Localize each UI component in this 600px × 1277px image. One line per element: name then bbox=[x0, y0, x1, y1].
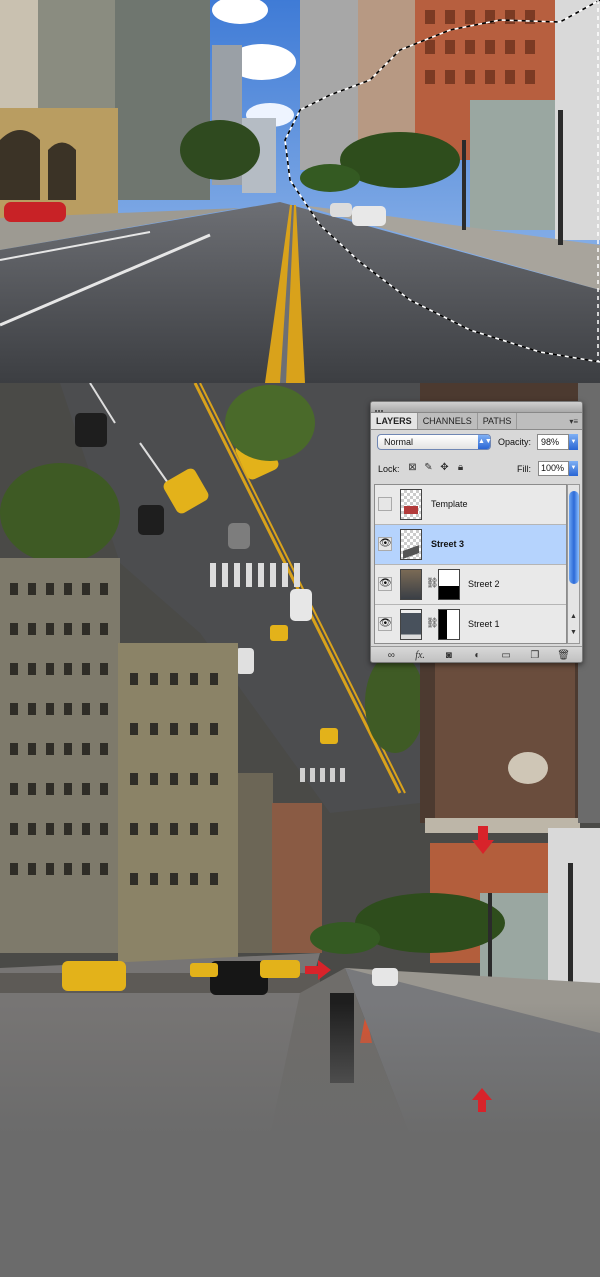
layer-row-street-3[interactable]: 👁︎ Street 3 bbox=[375, 525, 566, 565]
panel-titlebar[interactable] bbox=[371, 402, 582, 413]
collapse-grip-icon[interactable] bbox=[375, 404, 389, 412]
layer-name: Street 2 bbox=[468, 579, 500, 589]
opacity-dropdown-icon[interactable]: ▼ bbox=[569, 434, 578, 450]
group-folder-icon[interactable]: ▭ bbox=[499, 650, 513, 661]
layer-thumbnail bbox=[400, 569, 422, 600]
visibility-toggle-off[interactable] bbox=[378, 497, 392, 511]
layers-scrollbar[interactable]: ▲ ▼ bbox=[567, 484, 580, 644]
fill-input[interactable]: 100% bbox=[538, 461, 569, 476]
layers-list: Template 👁︎ Street 3 👁︎ ⛓︎ Street 2 👁︎ ⛓… bbox=[374, 484, 567, 644]
eye-icon[interactable]: 👁︎ bbox=[378, 537, 392, 551]
scroll-down-icon[interactable]: ▼ bbox=[568, 629, 579, 636]
street-photo-top bbox=[0, 0, 600, 383]
tab-layers[interactable]: LAYERS bbox=[371, 413, 418, 429]
layer-thumbnail bbox=[400, 609, 422, 640]
chain-link-icon[interactable]: ⛓︎ bbox=[426, 578, 439, 589]
panel-tabs: LAYERS CHANNELS PATHS ▾≡ bbox=[371, 413, 582, 430]
blend-mode-select[interactable]: Normal ▲▼ bbox=[377, 434, 492, 450]
mask-icon[interactable]: ◙ bbox=[442, 650, 456, 661]
new-layer-icon[interactable]: ❐ bbox=[528, 650, 542, 661]
trash-icon[interactable]: 🗑︎ bbox=[557, 650, 571, 661]
scroll-thumb[interactable] bbox=[569, 491, 579, 584]
adjustment-icon[interactable]: ◐ bbox=[470, 650, 484, 661]
panel-bottom-toolbar: ∞ fx. ◙ ◐ ▭ ❐ 🗑︎ bbox=[371, 646, 582, 662]
fill-label: Fill: bbox=[517, 464, 531, 474]
layer-name: Street 1 bbox=[468, 619, 500, 629]
opacity-input[interactable]: 98% bbox=[537, 434, 569, 450]
chain-link-icon[interactable]: ⛓︎ bbox=[426, 618, 439, 629]
layers-panel[interactable]: LAYERS CHANNELS PATHS ▾≡ Normal ▲▼ Opaci… bbox=[370, 401, 583, 663]
link-icon[interactable]: ∞ bbox=[384, 650, 398, 661]
empty-canvas-area bbox=[0, 1135, 600, 1277]
updown-arrows-icon: ▲▼ bbox=[478, 435, 492, 449]
lock-label: Lock: bbox=[378, 464, 400, 474]
red-arrow-right-icon bbox=[305, 960, 331, 980]
layer-row-street-2[interactable]: 👁︎ ⛓︎ Street 2 bbox=[375, 565, 566, 605]
eye-icon[interactable]: 👁︎ bbox=[378, 617, 392, 631]
blend-mode-value: Normal bbox=[384, 437, 414, 447]
layer-thumbnail bbox=[400, 529, 422, 560]
layer-name: Template bbox=[431, 499, 468, 509]
lock-all-icon[interactable]: 🔒︎ bbox=[455, 462, 466, 473]
fill-dropdown-icon[interactable]: ▼ bbox=[569, 461, 578, 476]
tab-paths[interactable]: PATHS bbox=[478, 413, 518, 429]
eye-icon[interactable]: 👁︎ bbox=[378, 577, 392, 591]
panel-menu-icon[interactable]: ▾≡ bbox=[569, 417, 578, 426]
layer-mask-thumbnail[interactable] bbox=[438, 609, 460, 640]
red-arrow-down-icon bbox=[472, 826, 494, 854]
opacity-label: Opacity: bbox=[498, 437, 532, 447]
fx-icon[interactable]: fx. bbox=[413, 650, 427, 661]
layer-thumbnail bbox=[400, 489, 422, 520]
scroll-up-icon[interactable]: ▲ bbox=[568, 613, 579, 620]
layer-name: Street 3 bbox=[431, 539, 465, 549]
lock-transparent-icon[interactable]: ⊠ bbox=[407, 462, 418, 473]
layer-mask-thumbnail[interactable] bbox=[438, 569, 460, 600]
layer-row-template[interactable]: Template bbox=[375, 485, 566, 525]
red-arrow-up-icon bbox=[472, 1088, 492, 1112]
layer-row-street-1[interactable]: 👁︎ ⛓︎ Street 1 bbox=[375, 605, 566, 643]
tab-channels[interactable]: CHANNELS bbox=[418, 413, 478, 429]
lock-move-icon[interactable]: ✥ bbox=[439, 462, 450, 473]
lock-brush-icon[interactable]: ✎ bbox=[423, 462, 434, 473]
